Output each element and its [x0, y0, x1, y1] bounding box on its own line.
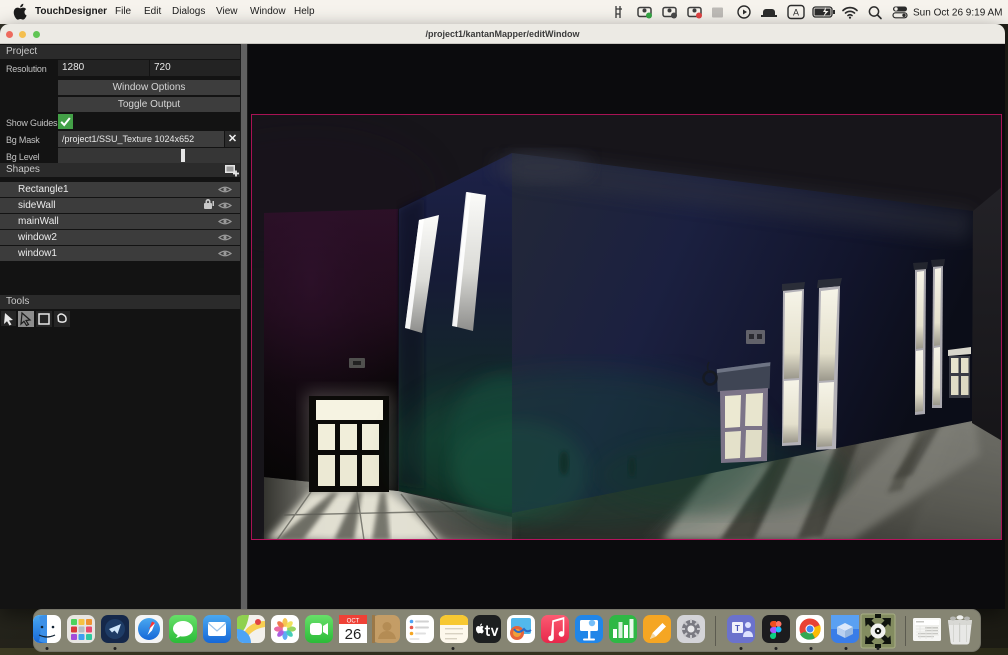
svg-text:OCT: OCT: [347, 619, 360, 625]
svg-text:A: A: [793, 8, 799, 18]
svg-text:T: T: [735, 624, 740, 633]
svg-text:Sun Oct 26 9:19 AM: Sun Oct 26 9:19 AM: [913, 8, 1003, 19]
svg-text:26: 26: [345, 626, 362, 643]
